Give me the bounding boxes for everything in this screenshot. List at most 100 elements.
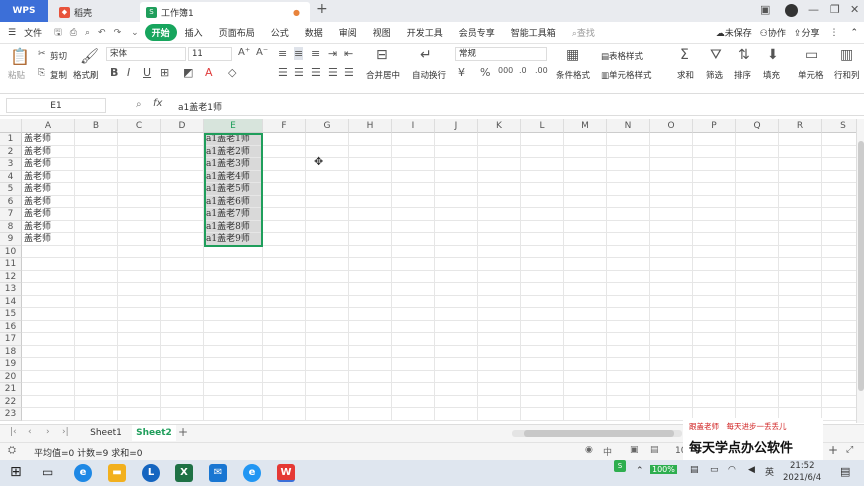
cond-format-button[interactable]: 条件格式 bbox=[556, 69, 590, 81]
cell[interactable] bbox=[392, 295, 435, 308]
cell[interactable] bbox=[75, 170, 118, 183]
cell[interactable] bbox=[204, 395, 263, 408]
cell[interactable] bbox=[736, 383, 779, 396]
cell[interactable] bbox=[75, 245, 118, 258]
horizontal-scrollbar[interactable] bbox=[512, 430, 682, 437]
cell[interactable] bbox=[118, 295, 161, 308]
row-header[interactable]: 20 bbox=[0, 370, 22, 383]
cell[interactable] bbox=[75, 383, 118, 396]
cell[interactable] bbox=[161, 408, 204, 421]
cell[interactable] bbox=[204, 245, 263, 258]
cell[interactable] bbox=[306, 408, 349, 421]
cell[interactable] bbox=[650, 370, 693, 383]
cell[interactable] bbox=[118, 183, 161, 196]
cell[interactable] bbox=[118, 258, 161, 271]
cell[interactable] bbox=[263, 295, 306, 308]
currency-icon[interactable]: ¥ bbox=[458, 66, 465, 79]
cell[interactable] bbox=[204, 383, 263, 396]
cell[interactable] bbox=[306, 220, 349, 233]
maximize-icon[interactable]: ❐ bbox=[830, 3, 840, 16]
cell[interactable] bbox=[349, 308, 392, 321]
cell[interactable] bbox=[118, 208, 161, 221]
cell[interactable] bbox=[75, 195, 118, 208]
cell[interactable] bbox=[306, 395, 349, 408]
row-header[interactable]: 15 bbox=[0, 308, 22, 321]
cell[interactable] bbox=[306, 283, 349, 296]
cell[interactable] bbox=[263, 370, 306, 383]
cell[interactable] bbox=[822, 208, 856, 221]
row-header[interactable]: 18 bbox=[0, 345, 22, 358]
cell[interactable] bbox=[349, 133, 392, 146]
row-header[interactable]: 7 bbox=[0, 208, 22, 221]
zoom-in-button[interactable]: + bbox=[828, 443, 838, 457]
cell[interactable] bbox=[306, 133, 349, 146]
cell[interactable] bbox=[118, 395, 161, 408]
cell[interactable] bbox=[521, 333, 564, 346]
fx-icon[interactable]: fx bbox=[153, 98, 162, 109]
macro-icon[interactable]: ⛭ bbox=[8, 445, 16, 456]
cell[interactable] bbox=[564, 183, 607, 196]
task-view-icon[interactable]: ▭ bbox=[42, 465, 53, 479]
cell[interactable] bbox=[118, 233, 161, 246]
cell[interactable] bbox=[22, 270, 75, 283]
cell[interactable] bbox=[779, 133, 822, 146]
cell[interactable] bbox=[822, 221, 856, 233]
cell[interactable] bbox=[564, 208, 607, 221]
cell[interactable] bbox=[693, 270, 736, 283]
cell[interactable]: 盖老师 bbox=[22, 220, 75, 233]
cell[interactable] bbox=[435, 158, 478, 171]
row-header[interactable]: 8 bbox=[0, 220, 22, 233]
cell[interactable] bbox=[392, 370, 435, 383]
cell[interactable] bbox=[349, 145, 392, 158]
cell[interactable] bbox=[75, 308, 118, 321]
column-header[interactable]: I bbox=[392, 119, 435, 133]
cell[interactable]: 盖老师 bbox=[22, 195, 75, 208]
cell[interactable] bbox=[161, 383, 204, 396]
cell[interactable] bbox=[650, 270, 693, 283]
menu-view[interactable]: 视图 bbox=[365, 26, 399, 39]
cell[interactable] bbox=[75, 233, 118, 246]
cell[interactable] bbox=[736, 195, 779, 208]
cell[interactable] bbox=[349, 383, 392, 396]
cell[interactable] bbox=[521, 308, 564, 321]
cell[interactable] bbox=[161, 345, 204, 358]
cell[interactable] bbox=[478, 233, 521, 246]
cell[interactable] bbox=[118, 308, 161, 321]
cell[interactable] bbox=[118, 370, 161, 383]
name-box[interactable]: E1 bbox=[6, 98, 106, 113]
close-icon[interactable]: ✕ bbox=[850, 3, 859, 16]
align-center-icon[interactable]: ☰ bbox=[294, 66, 304, 79]
share-button[interactable]: ⇪分享 bbox=[790, 26, 824, 39]
cell[interactable] bbox=[263, 258, 306, 271]
cell[interactable] bbox=[478, 195, 521, 208]
clock-date[interactable]: 2021/6/4 bbox=[783, 473, 821, 483]
vertical-scrollbar[interactable] bbox=[856, 119, 864, 423]
explorer-icon[interactable]: ▬ bbox=[108, 464, 126, 482]
cell[interactable] bbox=[161, 208, 204, 221]
add-sheet-button[interactable]: + bbox=[178, 425, 188, 439]
merge-center-button[interactable]: 合并居中 bbox=[366, 69, 400, 81]
cell[interactable] bbox=[349, 358, 392, 371]
cell[interactable] bbox=[161, 370, 204, 383]
cell[interactable] bbox=[564, 270, 607, 283]
cell[interactable] bbox=[478, 220, 521, 233]
formula-input[interactable]: a1盖老1师 bbox=[178, 100, 222, 113]
cell[interactable] bbox=[435, 320, 478, 333]
column-header[interactable]: M bbox=[564, 119, 607, 133]
cell[interactable] bbox=[736, 370, 779, 383]
cell[interactable] bbox=[822, 196, 856, 208]
cell[interactable] bbox=[349, 195, 392, 208]
cell[interactable] bbox=[736, 145, 779, 158]
font-size-select[interactable]: 11 bbox=[188, 47, 232, 61]
cell[interactable] bbox=[650, 333, 693, 346]
cell[interactable] bbox=[118, 345, 161, 358]
cell[interactable] bbox=[22, 258, 75, 271]
cell[interactable] bbox=[118, 320, 161, 333]
cell[interactable] bbox=[607, 208, 650, 221]
cell[interactable] bbox=[161, 283, 204, 296]
cell[interactable] bbox=[22, 345, 75, 358]
cell[interactable] bbox=[22, 283, 75, 296]
cell[interactable] bbox=[822, 358, 856, 371]
cell[interactable] bbox=[736, 133, 779, 146]
ie-icon[interactable]: e bbox=[243, 464, 261, 482]
